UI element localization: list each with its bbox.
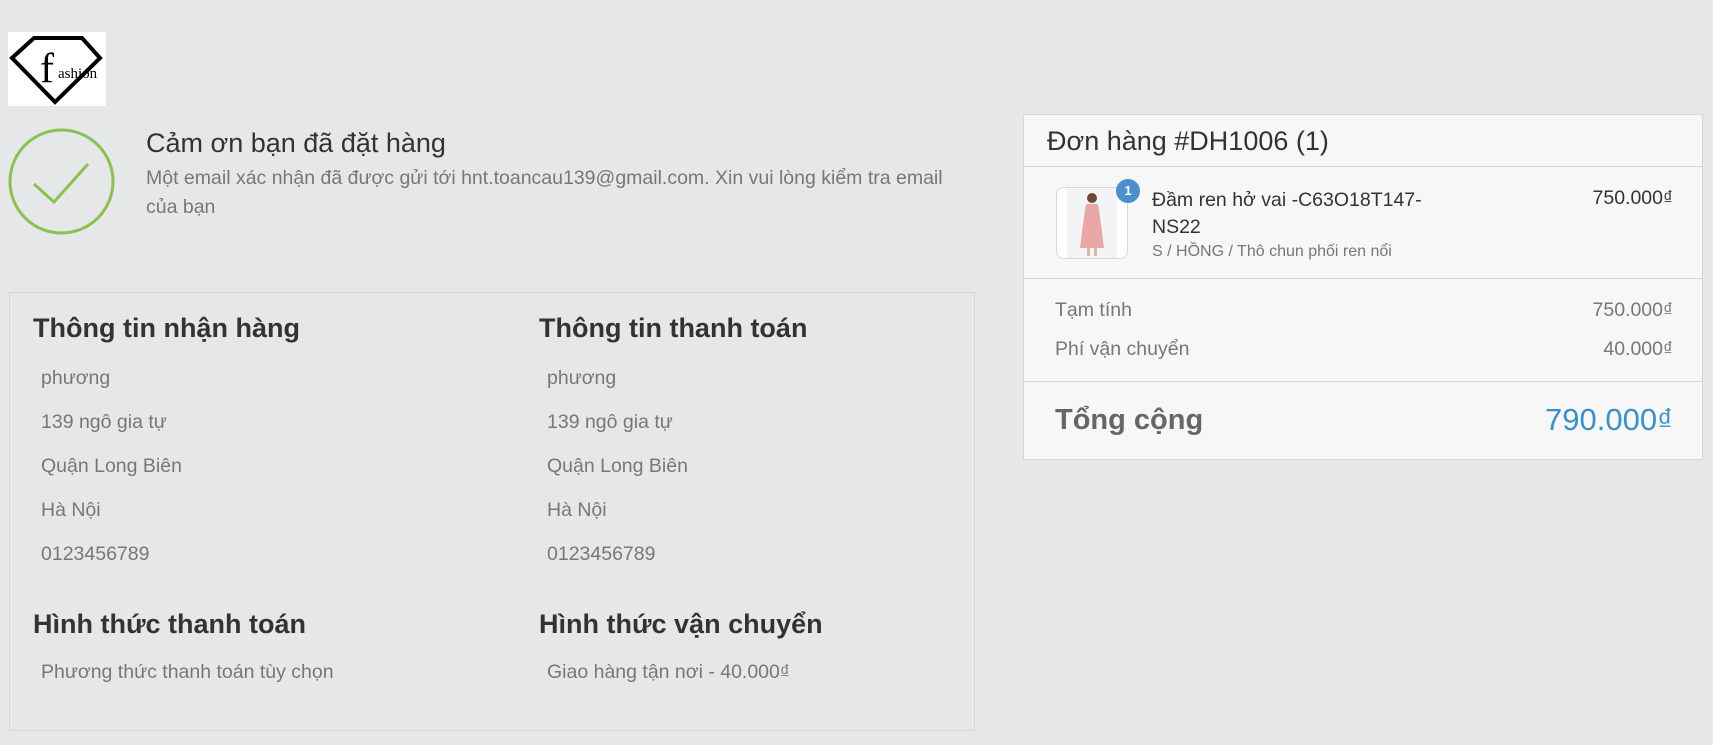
subtotals-section: Tạm tính 750.000₫ Phí vận chuyển 40.000₫ [1024, 279, 1702, 382]
logo-text: ashion [58, 66, 98, 82]
billing-address: 139 ngô gia tự [547, 411, 673, 433]
shipping-fee-value: 40.000₫ [1603, 338, 1673, 360]
order-item: 1 Đầm ren hở vai -C63O18T147-NS22 S / HỒ… [1024, 167, 1702, 279]
total-value: 790.000₫ [1545, 402, 1673, 437]
shipping-name: phương [41, 367, 111, 389]
billing-name: phương [547, 367, 617, 389]
product-variant: S / HỒNG / Thô chun phối ren nổi [1152, 243, 1392, 260]
shipping-fee-label: Phí vận chuyển [1055, 338, 1190, 360]
product-name: Đầm ren hở vai -C63O18T147-NS22 [1152, 189, 1422, 238]
shipping-phone: 0123456789 [41, 543, 150, 565]
subtotal-value: 750.000₫ [1592, 299, 1674, 321]
brand-logo[interactable]: f ashion [8, 32, 106, 106]
total-row: Tổng cộng 790.000₫ [1024, 382, 1702, 460]
shipping-info-title: Thông tin nhận hàng [33, 313, 300, 343]
checkmark-icon [8, 128, 115, 235]
payment-method-title: Hình thức thanh toán [33, 609, 307, 639]
subtotal-label: Tạm tính [1055, 299, 1132, 321]
shipping-city: Hà Nội [41, 499, 101, 521]
confirmation-message: Một email xác nhận đã được gửi tới hnt.t… [146, 167, 943, 218]
payment-method-section: Hình thức thanh toán Phương thức thanh t… [33, 609, 473, 694]
shipping-fee-row: Phí vận chuyển 40.000₫ [1055, 338, 1673, 361]
payment-method-value: Phương thức thanh toán tùy chọn [41, 661, 334, 683]
subtotal-row: Tạm tính 750.000₫ [1055, 299, 1673, 322]
total-label: Tổng cộng [1055, 404, 1204, 436]
logo-mark: f [40, 46, 54, 92]
confirmation-title: Cảm ơn bạn đã đặt hàng [146, 128, 446, 158]
billing-info-title: Thông tin thanh toán [539, 313, 808, 343]
product-price: 750.000₫ [1592, 187, 1674, 209]
billing-city: Hà Nội [547, 499, 607, 521]
shipping-method-section: Hình thức vận chuyển Giao hàng tận nơi -… [539, 609, 979, 694]
billing-info-section: Thông tin thanh toán phương 139 ngô gia … [539, 313, 979, 576]
quantity-badge: 1 [1116, 179, 1140, 203]
order-header: Đơn hàng #DH1006 (1) [1024, 115, 1702, 167]
shipping-district: Quận Long Biên [41, 455, 182, 477]
shipping-method-title: Hình thức vận chuyển [539, 609, 823, 639]
customer-info-panel: Thông tin nhận hàng phương 139 ngô gia t… [9, 292, 975, 731]
shipping-method-value: Giao hàng tận nơi - 40.000₫ [547, 661, 790, 683]
billing-phone: 0123456789 [547, 543, 656, 565]
billing-district: Quận Long Biên [547, 455, 688, 477]
shipping-address: 139 ngô gia tự [41, 411, 167, 433]
order-summary: Đơn hàng #DH1006 (1) 1 Đầm ren hở vai -C… [1023, 114, 1703, 460]
shipping-info-section: Thông tin nhận hàng phương 139 ngô gia t… [33, 313, 473, 576]
